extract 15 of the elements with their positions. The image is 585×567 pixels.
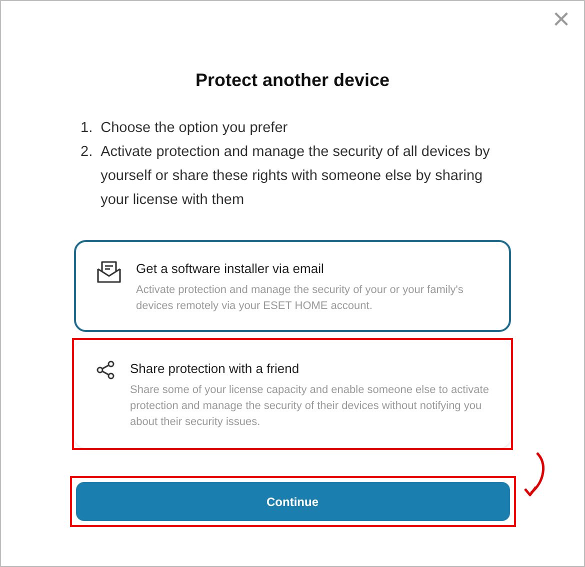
- step-number: 2.: [80, 143, 93, 162]
- option-title: Get a software installer via email: [136, 260, 325, 278]
- option-card[interactable]: Get a software installer via email Activate protection and manage the security of your or your family's devices remotely via your ESET HOME account.: [74, 240, 511, 332]
- option-description: Share some of your license capacity and enable someone else to activate protection and manage the security of their devices without notifying you about their security issues.: [130, 383, 490, 430]
- dialog-title: Protect another device: [195, 69, 390, 92]
- close-button[interactable]: ×: [552, 5, 570, 35]
- curved-arrow: [521, 451, 547, 499]
- option-description: Activate protection and manage the security of your or your family's devices remotely via your ESET HOME account.: [136, 283, 464, 314]
- continue-button[interactable]: Continue: [76, 482, 510, 521]
- step-number: 1.: [80, 119, 93, 138]
- step-text: Choose the option you prefer: [100, 119, 288, 138]
- option-title: Share protection with a friend: [130, 360, 300, 378]
- step-text: Activate protection and manage the security of all devices by yourself or share these rights with someone else by sharing your license with them: [100, 143, 491, 210]
- share-icon: [96, 360, 116, 380]
- envelope-icon: [96, 260, 122, 284]
